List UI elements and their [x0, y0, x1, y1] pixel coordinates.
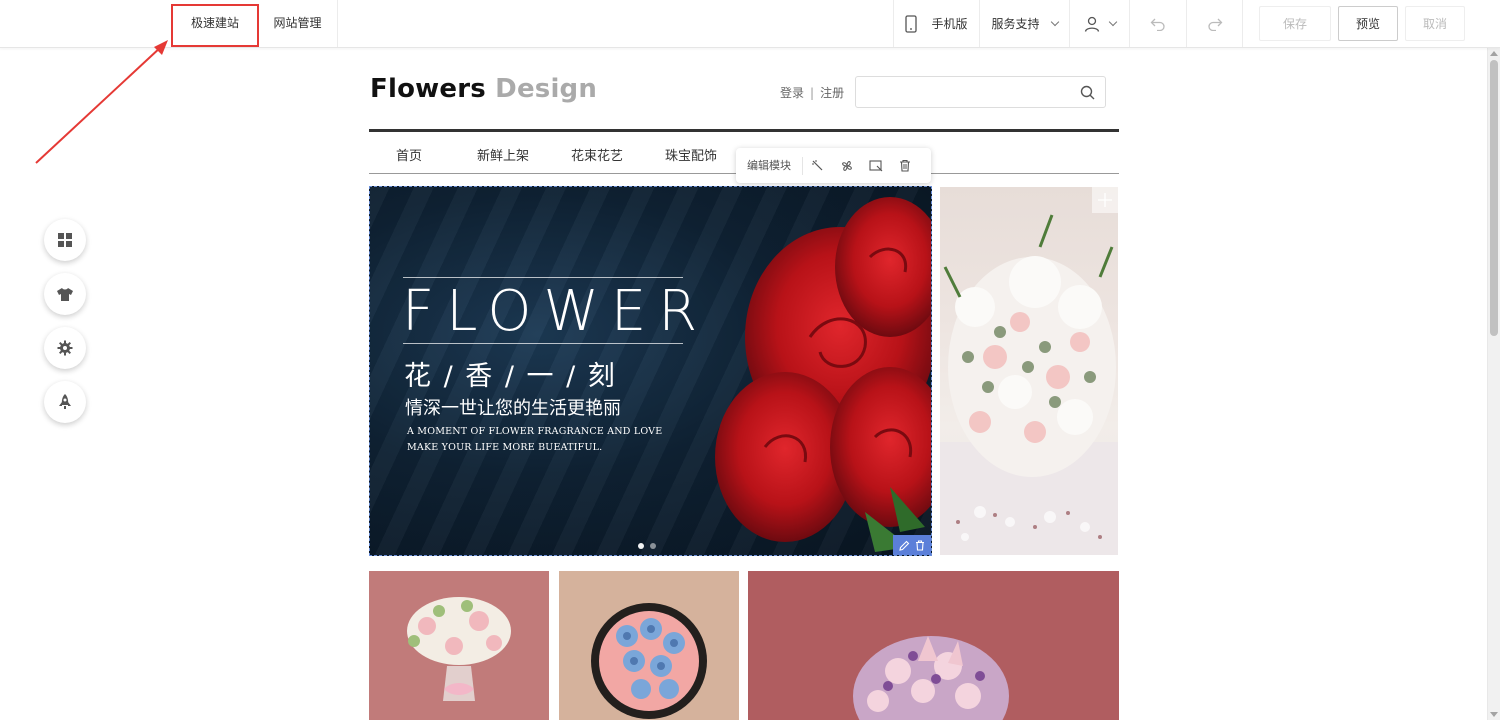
rocket-icon [59, 394, 71, 409]
register-link[interactable]: 注册 [820, 86, 844, 100]
white-bouquet-image [940, 214, 1118, 555]
banner-en-line-1: A MOMENT OF FLOWER FRAGRANCE AND LOVE [407, 426, 663, 437]
nav-item-new-arrivals[interactable]: 新鲜上架 [477, 145, 529, 164]
undo-button[interactable] [1129, 0, 1186, 47]
undo-icon [1150, 18, 1165, 31]
chevron-down-icon [1050, 17, 1059, 26]
module-toolbar: 编辑模块 [736, 148, 931, 183]
vase-bouquet-image [407, 597, 511, 701]
nav-item-home[interactable]: 首页 [396, 145, 422, 164]
trash-icon[interactable] [915, 539, 925, 551]
mobile-icon [905, 14, 918, 33]
lily-bouquet-image [853, 636, 1009, 720]
theme-button[interactable] [44, 273, 86, 315]
banner-slider[interactable]: FLOWER 花 / 香 / 一 / 刻 情深一世让您的生活更艳丽 A MOME… [369, 186, 932, 556]
magic-wand-button[interactable] [803, 159, 832, 172]
edit-module-button[interactable]: 编辑模块 [736, 156, 803, 175]
mobile-label: 手机版 [931, 17, 968, 31]
gear-icon [57, 340, 73, 356]
product-tile-3[interactable] [748, 571, 1119, 720]
scroll-down-arrow-icon[interactable] [1490, 712, 1498, 717]
animation-button[interactable] [832, 159, 861, 173]
drag-handle[interactable] [1092, 187, 1118, 213]
publish-button[interactable] [44, 381, 86, 423]
cancel-button[interactable]: 取消 [1405, 6, 1465, 41]
banner-en-line-2: MAKE YOUR LIFE MORE BUEATIFUL. [407, 442, 603, 453]
auth-links: 登录 | 注册 [780, 84, 844, 101]
select-area-icon [868, 159, 882, 171]
save-button[interactable]: 保存 [1259, 6, 1331, 41]
logo-bold-text: Flowers [370, 74, 486, 104]
modules-button[interactable] [44, 219, 86, 261]
pinwheel-icon [841, 160, 852, 171]
login-link[interactable]: 登录 [780, 86, 804, 100]
user-menu[interactable] [1069, 0, 1129, 47]
bouquet-photo[interactable] [940, 187, 1118, 555]
nav-item-bouquets[interactable]: 花束花艺 [571, 145, 623, 164]
banner-title: FLOWER [402, 279, 710, 344]
grid-icon [58, 233, 72, 247]
banner-cn-subtitle: 情深一世让您的生活更艳丽 [405, 398, 621, 419]
chevron-down-icon [1108, 17, 1117, 26]
slider-dot[interactable] [650, 543, 656, 549]
move-icon [1098, 193, 1112, 207]
tshirt-icon [57, 287, 73, 301]
user-icon [1084, 16, 1099, 32]
preview-button[interactable]: 预览 [1338, 6, 1398, 41]
banner-mid-rule [403, 343, 683, 344]
scroll-up-arrow-icon[interactable] [1490, 51, 1498, 56]
rose-box-image [591, 603, 707, 719]
banner-action-bar [893, 535, 931, 555]
banner-cn-title: 花 / 香 / 一 / 刻 [404, 361, 617, 392]
logo-light-text: Design [495, 74, 598, 104]
pencil-icon[interactable] [899, 540, 910, 551]
product-tile-2[interactable] [559, 571, 739, 720]
page-scrollbar[interactable] [1487, 48, 1500, 720]
annotation-highlight-box [171, 4, 259, 47]
redo-icon [1207, 18, 1222, 31]
site-logo[interactable]: Flowers Design [370, 74, 597, 104]
banner-top-rule [403, 277, 683, 278]
search-icon[interactable] [1080, 85, 1095, 100]
redo-button[interactable] [1186, 0, 1243, 47]
delete-module-button[interactable] [890, 159, 919, 172]
settings-button[interactable] [44, 327, 86, 369]
slider-pagination [638, 543, 656, 549]
search-input[interactable] [856, 77, 1056, 107]
auth-divider: | [810, 86, 815, 100]
mobile-version-button[interactable]: 手机版 [893, 0, 979, 47]
site-search-box [855, 76, 1106, 108]
trash-icon [899, 159, 910, 172]
nav-top-rule [369, 129, 1119, 132]
product-tile-1[interactable] [369, 571, 549, 720]
scrollbar-thumb[interactable] [1490, 60, 1498, 336]
select-area-button[interactable] [861, 159, 890, 172]
slider-dot-active[interactable] [638, 543, 644, 549]
annotation-arrow [35, 40, 168, 164]
tab-site-management[interactable]: 网站管理 [258, 0, 338, 47]
magic-wand-icon [812, 160, 823, 171]
service-label: 服务支持 [991, 17, 1040, 31]
nav-item-jewelry[interactable]: 珠宝配饰 [665, 145, 717, 164]
service-support-dropdown[interactable]: 服务支持 [979, 0, 1069, 47]
